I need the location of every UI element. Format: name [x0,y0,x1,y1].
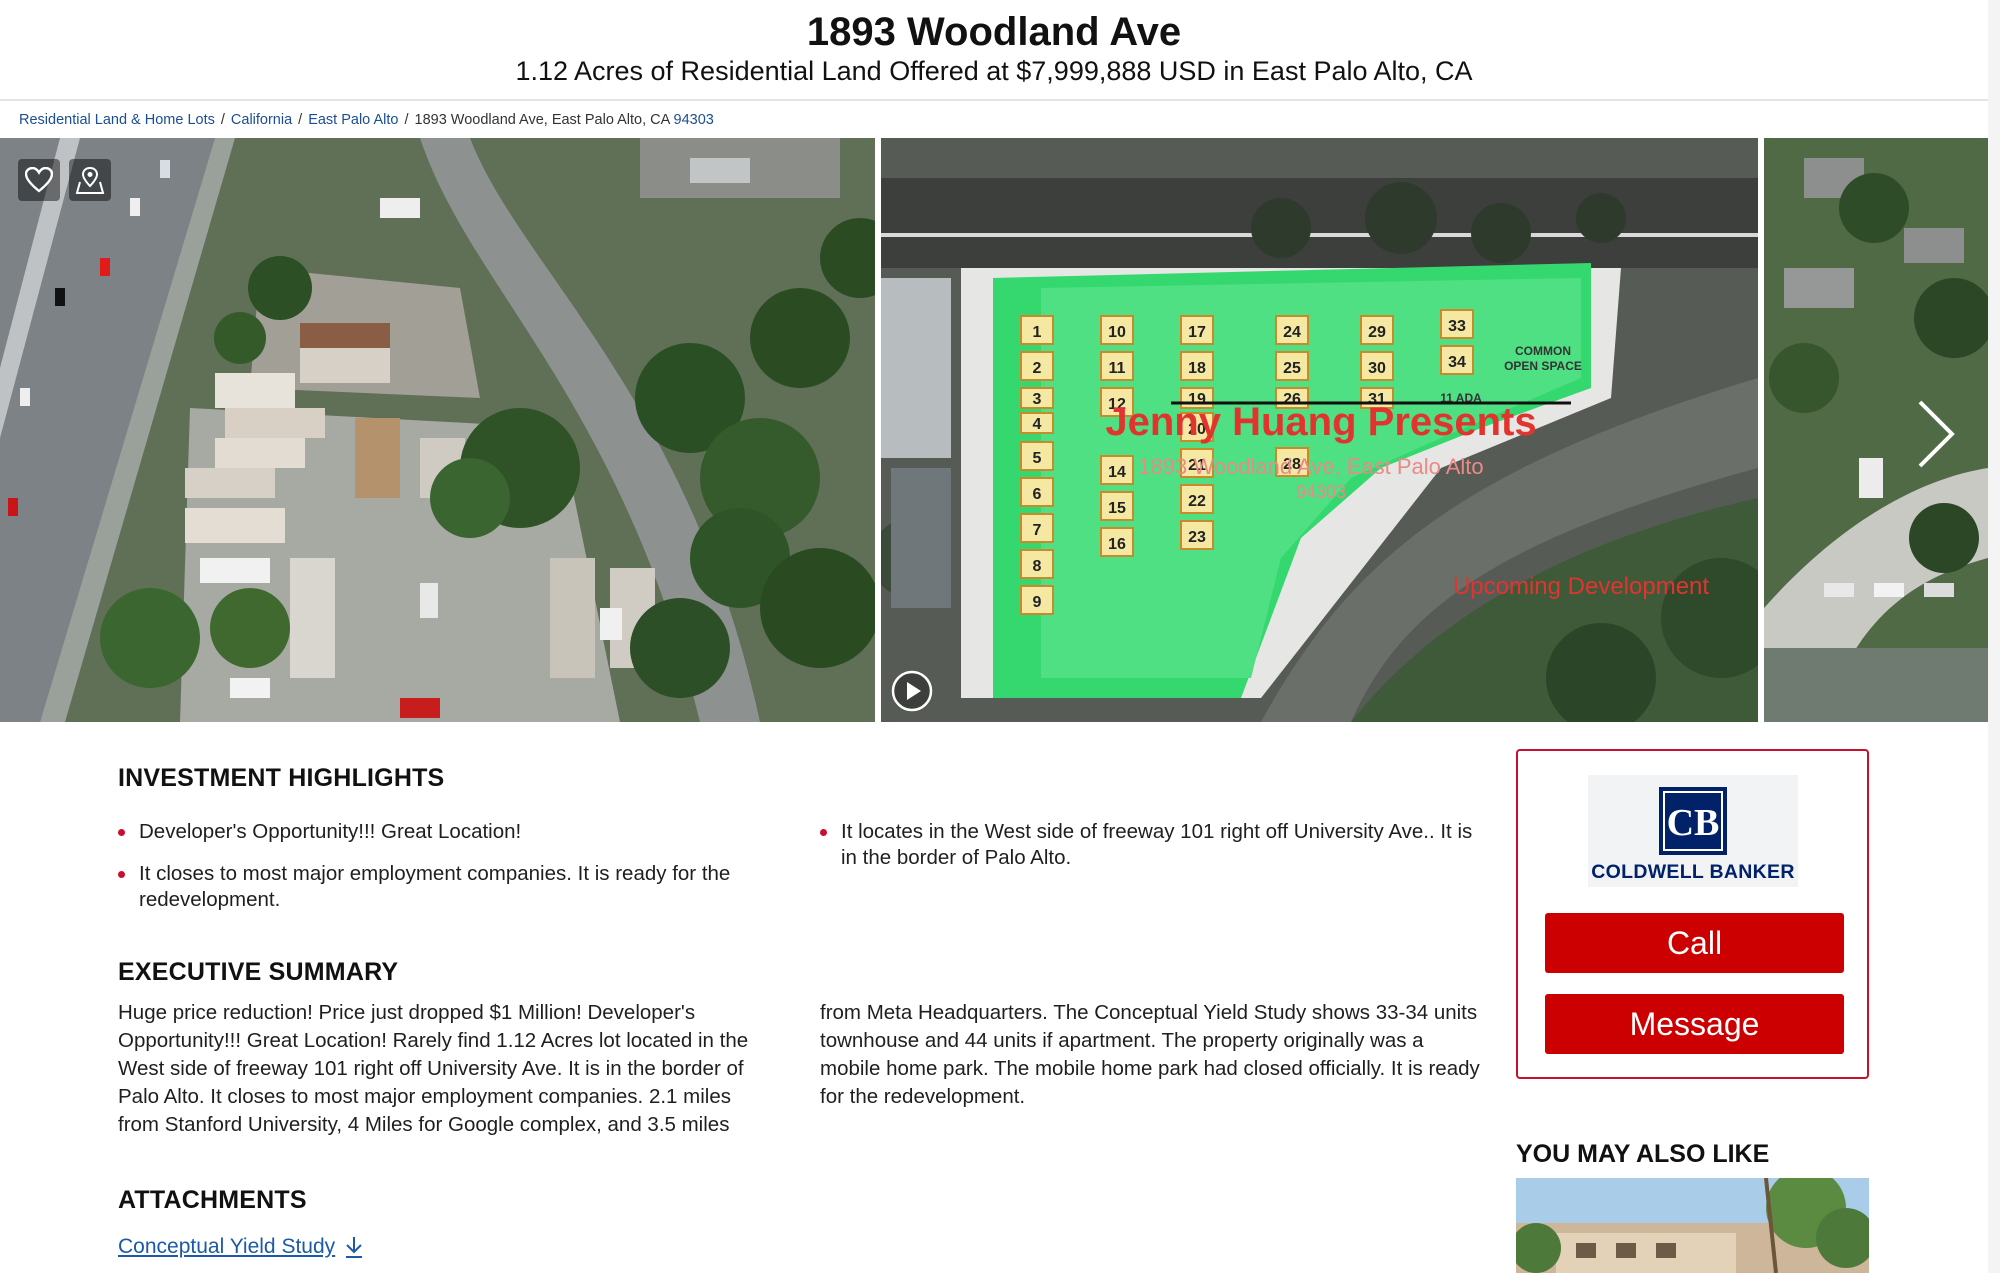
brokerage-logo-text: COLDWELL BANKER [1591,861,1795,883]
site-plan-lot-number: 1 [1033,324,1042,341]
site-plan-lot-number: 14 [1108,464,1126,481]
investment-highlights-heading: INVESTMENT HIGHLIGHTS [118,764,445,792]
svg-text:CB: CB [1667,802,1720,844]
site-plan-lot-number: 2 [1033,360,1042,377]
site-plan-lot-number: 18 [1188,360,1206,377]
executive-summary-heading: EXECUTIVE SUMMARY [118,958,399,986]
coldwell-banker-logo-mark: CB [1659,787,1727,855]
site-plan-overlay-zip: 94303 [1296,482,1346,502]
recommended-listing-photo[interactable] [1516,1178,1869,1273]
listing-subtitle: 1.12 Acres of Residential Land Offered a… [515,56,1473,86]
site-plan-lot-number: 10 [1108,324,1126,341]
highlight-item: Developer's Opportunity!!! Great Locatio… [118,819,778,845]
site-plan-lot-number: 3 [1033,391,1042,408]
highlights-list-left: Developer's Opportunity!!! Great Locatio… [118,819,778,929]
play-icon[interactable] [890,669,934,713]
download-icon [346,1237,363,1258]
heart-icon [25,167,53,193]
scrollbar-track[interactable] [1988,0,2000,1273]
site-plan-lot-number: 17 [1188,324,1206,341]
site-plan-lot-number: 8 [1033,558,1042,575]
site-plan-lot-number: 15 [1108,500,1126,517]
site-plan-common-space: OPEN SPACE [1504,359,1582,373]
map-view-button[interactable] [69,159,111,201]
agent-contact-card: CB COLDWELL BANKER Call Message [1516,749,1869,1079]
executive-summary-column-1: Huge price reduction! Price just dropped… [118,1001,749,1136]
chevron-right-icon[interactable] [1912,398,1958,470]
site-plan-lot-number: 22 [1188,493,1206,510]
site-plan-lot-number: 34 [1448,354,1466,371]
site-plan-lot-number: 16 [1108,536,1126,553]
breadcrumb-link-state[interactable]: California [231,112,292,128]
attachment-label: Conceptual Yield Study [118,1235,336,1258]
breadcrumb-link-category[interactable]: Residential Land & Home Lots [19,112,215,128]
breadcrumb-separator: / [298,112,303,128]
breadcrumb-separator: / [404,112,409,128]
message-button[interactable]: Message [1545,994,1844,1054]
breadcrumb-separator: / [220,112,225,128]
site-plan-lot-number: 25 [1283,360,1301,377]
attachment-link-yield-study[interactable]: Conceptual Yield Study [118,1233,365,1261]
site-plan-lot-number: 7 [1033,522,1042,539]
site-plan-lot-number: 6 [1033,486,1042,503]
breadcrumb: Residential Land & Home Lots / California /… [19,110,714,130]
site-plan-lot-number: 29 [1368,324,1386,341]
site-plan-overlay-footer: Upcoming Development [1453,573,1709,600]
highlights-list-right: It locates in the West side of freeway 1… [820,819,1480,887]
site-plan-overlay-title: Jenny Huang Presents [1105,400,1536,444]
you-may-also-like-heading: YOU MAY ALSO LIKE [1516,1140,1770,1168]
site-plan-lot-number: 5 [1033,450,1042,467]
attachments-heading: ATTACHMENTS [118,1186,307,1214]
site-plan-overlay-address: 1893 Woodland Ave, East Palo Alto [1138,454,1483,479]
call-button[interactable]: Call [1545,913,1844,973]
highlight-item: It closes to most major employment compa… [118,861,778,913]
site-plan-common-space: COMMON [1515,344,1571,358]
site-plan-lot-number: 24 [1283,324,1301,341]
breadcrumb-current: 1893 Woodland Ave, East Palo Alto, CA [414,112,670,128]
site-plan-lot-number: 11 [1109,360,1126,377]
breadcrumb-link-zip[interactable]: 94303 [674,112,714,128]
site-plan-lot-number: 4 [1033,416,1042,433]
listing-header: 1893 Woodland Ave 1.12 Acres of Resident… [0,0,1988,101]
breadcrumb-link-city[interactable]: East Palo Alto [308,112,398,128]
listing-title: 1893 Woodland Ave [806,10,1182,54]
site-plan-lot-number: 33 [1448,318,1466,335]
site-plan-lot-number: 30 [1368,360,1386,377]
gallery-photo-aerial[interactable] [0,138,875,722]
photo-gallery: 1 2 3 4 5 6 7 8 9 10 11 12 14 15 16 17 1… [0,138,1988,722]
executive-summary-column-2: from Meta Headquarters. The Conceptual Y… [820,1001,1480,1108]
gallery-photo-site-plan[interactable]: 1 2 3 4 5 6 7 8 9 10 11 12 14 15 16 17 1… [881,138,1758,722]
site-plan-lot-number: 23 [1188,529,1206,546]
map-pin-icon [75,166,105,194]
favorite-button[interactable] [18,159,60,201]
site-plan-lot-number: 9 [1033,594,1042,611]
highlight-item: It locates in the West side of freeway 1… [820,819,1480,871]
brokerage-logo: CB COLDWELL BANKER [1588,775,1798,887]
